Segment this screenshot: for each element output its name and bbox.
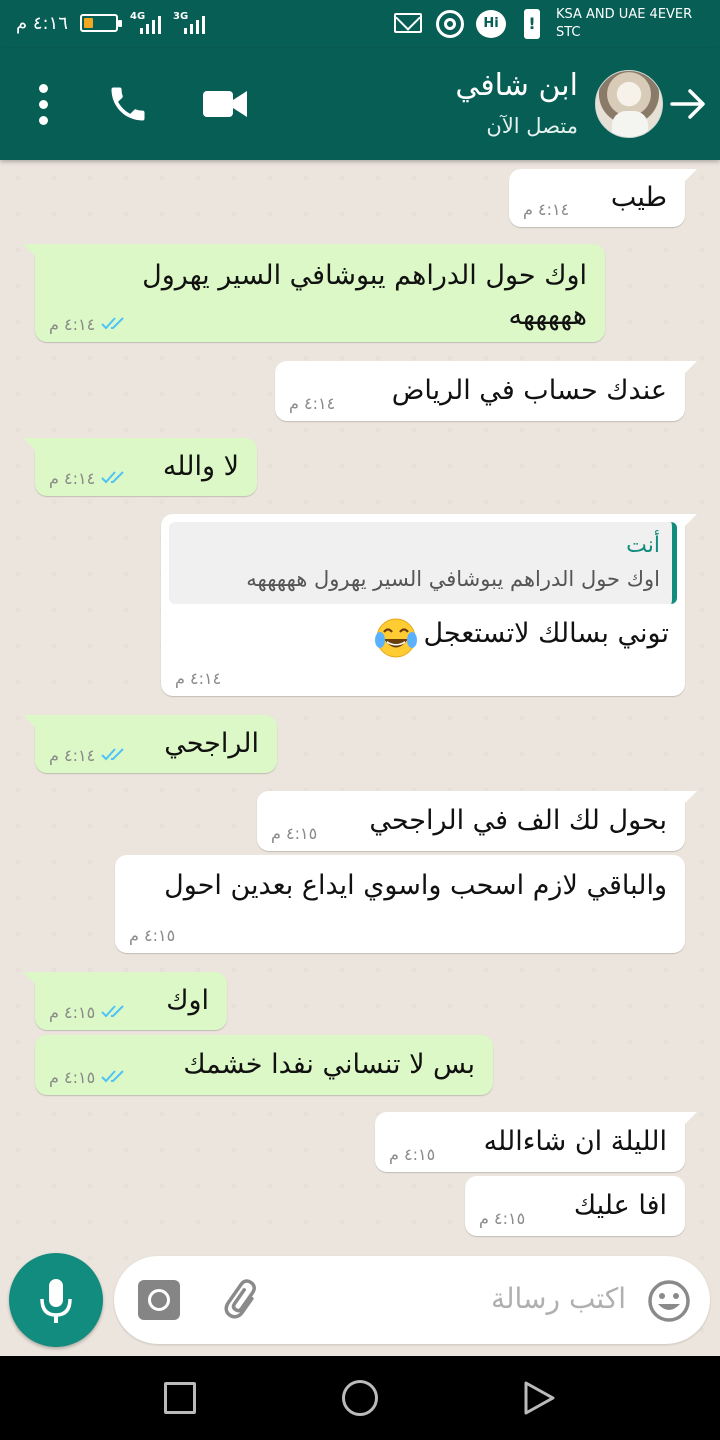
message-text: توني بسالك لاتستعجل	[423, 618, 669, 649]
contact-name[interactable]: ابن شافي	[455, 68, 578, 103]
alert-icon: !	[524, 9, 540, 39]
quote-text: اوك حول الدراهم يبوشافي السير يهرول هههه…	[246, 567, 660, 591]
avatar[interactable]	[595, 70, 663, 138]
message-time: ٤:١٥ م	[389, 1145, 436, 1164]
message-text: اوك حول الدراهم يبوشافي السير يهرول هههه…	[142, 260, 587, 331]
read-ticks-icon	[101, 746, 129, 765]
recents-icon[interactable]	[164, 1382, 196, 1414]
battery-icon	[80, 14, 122, 32]
message-bubble-outgoing[interactable]: بس لا تنساني نفدا خشمك ٤:١٥ م	[35, 1035, 493, 1095]
hi-icon: Hi	[476, 10, 506, 38]
message-meta: ٤:١٤ م	[49, 745, 129, 765]
message-time: ٤:١٤ م	[289, 394, 336, 413]
chat-header: ابن شافي متصل الآن	[0, 48, 720, 160]
message-bubble-outgoing[interactable]: الراجحي ٤:١٤ م	[23, 715, 277, 773]
tears-of-joy-emoji-icon	[375, 618, 418, 657]
reply-body: توني بسالك لاتستعجل	[169, 614, 677, 660]
carrier-line-2: STC	[556, 25, 581, 40]
arrow-right-icon[interactable]	[668, 86, 708, 122]
camera-icon[interactable]	[138, 1280, 180, 1320]
message-bubble-incoming[interactable]: افا عليك ٤:١٥ م	[465, 1176, 685, 1236]
message-bubble-incoming[interactable]: طيب ٤:١٤ م	[509, 169, 697, 227]
message-bubble-incoming[interactable]: الليلة ان شاءالله ٤:١٥ م	[375, 1112, 697, 1172]
message-time: ٤:١٥ م	[271, 824, 318, 843]
signal-icon-1	[140, 12, 166, 34]
message-meta: ٤:١٤ م	[175, 668, 221, 688]
message-meta: ٤:١٥ م	[129, 925, 175, 945]
message-time: ٤:١٥ م	[129, 926, 176, 945]
message-text: بحول لك الف في الراجحي	[369, 805, 667, 836]
message-bubble-incoming[interactable]: عندك حساب في الرياض ٤:١٤ م	[275, 361, 697, 421]
message-meta: ٤:١٥ م	[271, 823, 317, 843]
quote-author: أنت	[626, 533, 660, 558]
message-bubble-incoming-reply[interactable]: أنت اوك حول الدراهم يبوشافي السير يهرول …	[161, 514, 697, 696]
message-meta: ٤:١٥ م	[389, 1144, 435, 1164]
mail-icon	[394, 13, 422, 33]
message-bubble-incoming[interactable]: بحول لك الف في الراجحي ٤:١٥ م	[257, 791, 697, 851]
phone-icon[interactable]	[106, 82, 150, 126]
message-meta: ٤:١٤ م	[523, 199, 569, 219]
message-meta: ٤:١٤ م	[49, 314, 129, 334]
message-bubble-outgoing[interactable]: اوك حول الدراهم يبوشافي السير يهرول هههه…	[23, 244, 605, 342]
quoted-message[interactable]: أنت اوك حول الدراهم يبوشافي السير يهرول …	[169, 522, 677, 604]
contact-status: متصل الآن	[486, 114, 578, 138]
smiley-icon[interactable]	[646, 1278, 692, 1324]
message-time: ٤:١٤ م	[49, 746, 96, 765]
message-meta: ٤:١٥ م	[479, 1208, 525, 1228]
status-time: ٤:١٦ م	[16, 13, 68, 34]
message-meta: ٤:١٤ م	[289, 393, 335, 413]
carrier-line-1: KSA AND UAE 4EVER	[556, 7, 693, 22]
battery-level	[84, 18, 93, 28]
read-ticks-icon	[101, 469, 129, 488]
back-triangle-icon[interactable]	[522, 1380, 556, 1416]
message-bubble-outgoing[interactable]: لا والله ٤:١٤ م	[23, 438, 257, 496]
message-bubble-incoming[interactable]: والباقي لازم اسحب واسوي ايداع بعدين احول…	[115, 855, 685, 953]
message-time: ٤:١٤ م	[175, 669, 222, 688]
status-bar: ٤:١٦ م 4G 3G Hi ! KSA AND UAE 4EVER STC	[0, 0, 720, 48]
read-ticks-icon	[101, 1003, 129, 1022]
message-bubble-outgoing[interactable]: اوك ٤:١٥ م	[23, 972, 227, 1030]
carrier-info: KSA AND UAE 4EVER STC	[556, 6, 692, 42]
paperclip-icon[interactable]	[222, 1278, 266, 1322]
message-meta: ٤:١٤ م	[49, 468, 129, 488]
message-text: والباقي لازم اسحب واسوي ايداع بعدين احول	[164, 870, 667, 901]
more-vert-icon[interactable]	[34, 84, 54, 126]
system-nav-bar	[0, 1356, 720, 1440]
message-time: ٤:١٥ م	[49, 1068, 96, 1087]
message-time: ٤:١٤ م	[49, 315, 96, 334]
read-ticks-icon	[101, 1068, 129, 1087]
message-meta: ٤:١٥ م	[49, 1002, 129, 1022]
message-input[interactable]: اكتب رسالة	[491, 1282, 626, 1315]
microphone-button[interactable]	[9, 1253, 103, 1347]
video-camera-icon[interactable]	[202, 88, 248, 120]
microphone-icon	[40, 1279, 72, 1323]
target-icon	[436, 10, 464, 38]
message-time: ٤:١٤ م	[49, 469, 96, 488]
read-ticks-icon	[101, 315, 129, 334]
chat-area[interactable]: طيب ٤:١٤ م اوك حول الدراهم يبوشافي السير…	[0, 160, 720, 1356]
message-text: عندك حساب في الرياض	[391, 375, 667, 406]
message-composer[interactable]: اكتب رسالة	[114, 1256, 710, 1344]
home-icon[interactable]	[342, 1380, 378, 1416]
signal-icon-2	[184, 12, 210, 34]
message-time: ٤:١٤ م	[523, 200, 570, 219]
message-time: ٤:١٥ م	[479, 1209, 526, 1228]
message-meta: ٤:١٥ م	[49, 1067, 129, 1087]
message-time: ٤:١٥ م	[49, 1003, 96, 1022]
